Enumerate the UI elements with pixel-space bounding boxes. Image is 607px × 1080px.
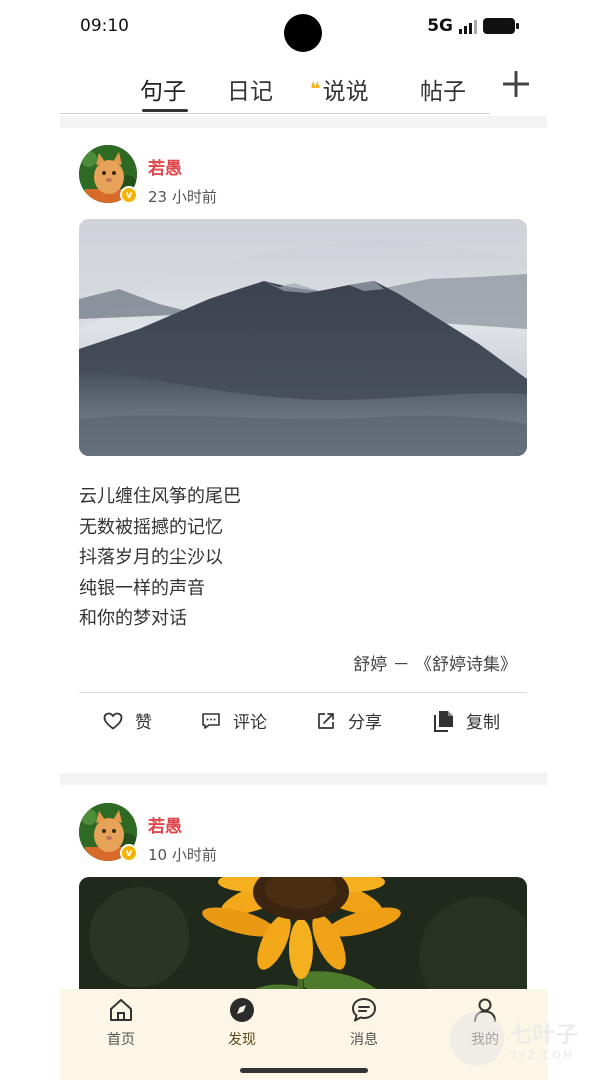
copy-label: 复制: [466, 713, 500, 733]
battery-icon: [483, 18, 519, 34]
post-time: 23 小时前: [148, 188, 217, 206]
quote-icon: ❝: [310, 78, 320, 100]
poem-line: 抖落岁月的尘沙以: [79, 547, 223, 568]
sunflower-photo: [79, 877, 527, 989]
status-indicators: 5G: [427, 16, 519, 36]
nav-discover[interactable]: 发现: [202, 997, 282, 1049]
tab-diary[interactable]: 日记: [227, 72, 273, 106]
watermark-text: 七叶子: [510, 1022, 580, 1048]
home-indicator[interactable]: [240, 1068, 368, 1073]
home-icon: [110, 999, 132, 1021]
share-button[interactable]: 分享: [316, 708, 382, 733]
post-time: 10 小时前: [148, 846, 217, 864]
tab-label: 日记: [227, 79, 273, 105]
poem-line: 云儿缠住风筝的尾巴: [79, 486, 241, 507]
message-icon: [352, 998, 376, 1022]
network-label: 5G: [427, 16, 453, 36]
comment-button[interactable]: 评论: [201, 708, 267, 733]
nav-messages[interactable]: 消息: [324, 997, 404, 1049]
add-button[interactable]: [502, 66, 530, 106]
nav-home[interactable]: 首页: [81, 997, 161, 1049]
post-image[interactable]: [79, 219, 527, 456]
feed[interactable]: v 若愚 23 小时前 云儿缠住风筝的尾巴 无数被摇撼的记忆 抖落岁月的尘沙以 …: [60, 116, 547, 989]
heart-icon: [103, 712, 123, 729]
share-label: 分享: [348, 713, 382, 733]
status-bar: 09:10 5G: [0, 0, 607, 60]
poem-line: 和你的梦对话: [79, 608, 187, 629]
comment-icon: [202, 712, 220, 729]
signal-icon: [459, 18, 477, 34]
tab-says[interactable]: ❝ 说说: [310, 72, 369, 106]
nav-label: 首页: [107, 1032, 135, 1048]
poem-line: 无数被摇撼的记忆: [79, 516, 223, 538]
post-image[interactable]: [79, 877, 527, 989]
post-card[interactable]: v 若愚 23 小时前 云儿缠住风筝的尾巴 无数被摇撼的记忆 抖落岁月的尘沙以 …: [60, 128, 547, 773]
compass-icon: [230, 998, 254, 1022]
post-actions: 赞 评论 分享 复制: [60, 708, 547, 744]
copy-icon: [434, 710, 453, 732]
username[interactable]: 若愚: [148, 154, 182, 179]
post-source: 舒婷 － 《舒婷诗集》: [353, 655, 517, 675]
misty-mountain-photo: [79, 219, 527, 456]
camera-cutout: [284, 14, 322, 52]
like-label: 赞: [135, 713, 152, 733]
copy-button[interactable]: 复制: [434, 708, 500, 733]
active-tab-indicator: [142, 109, 188, 112]
plus-icon: [502, 70, 530, 98]
tab-posts[interactable]: 帖子: [420, 72, 466, 106]
watermark-logo-icon: [450, 1012, 504, 1066]
tab-label: 句子: [140, 79, 186, 105]
tab-label: 说说: [322, 79, 369, 105]
watermark-subtext: 7YZ.COM: [510, 1048, 575, 1062]
verified-badge-icon: v: [120, 186, 138, 204]
watermark: 七叶子 7YZ.COM: [450, 1012, 579, 1066]
tabs-divider: [60, 113, 490, 114]
username[interactable]: 若愚: [148, 812, 182, 837]
comment-label: 评论: [233, 713, 267, 733]
category-tabs: 句子 日记 ❝ 说说 帖子: [60, 60, 547, 116]
poem-line: 纯银一样的声音: [79, 577, 205, 599]
nav-label: 发现: [228, 1032, 256, 1048]
nav-label: 消息: [350, 1032, 378, 1048]
post-text: 云儿缠住风筝的尾巴 无数被摇撼的记忆 抖落岁月的尘沙以 纯银一样的声音 和你的梦…: [79, 482, 241, 635]
divider: [79, 692, 527, 693]
like-button[interactable]: 赞: [103, 708, 152, 733]
post-card[interactable]: v 若愚 10 小时前: [60, 785, 547, 989]
tab-sentences[interactable]: 句子: [140, 72, 186, 106]
verified-badge-icon: v: [120, 844, 138, 862]
tab-label: 帖子: [420, 79, 466, 105]
status-time: 09:10: [80, 16, 129, 36]
share-icon: [318, 712, 334, 729]
